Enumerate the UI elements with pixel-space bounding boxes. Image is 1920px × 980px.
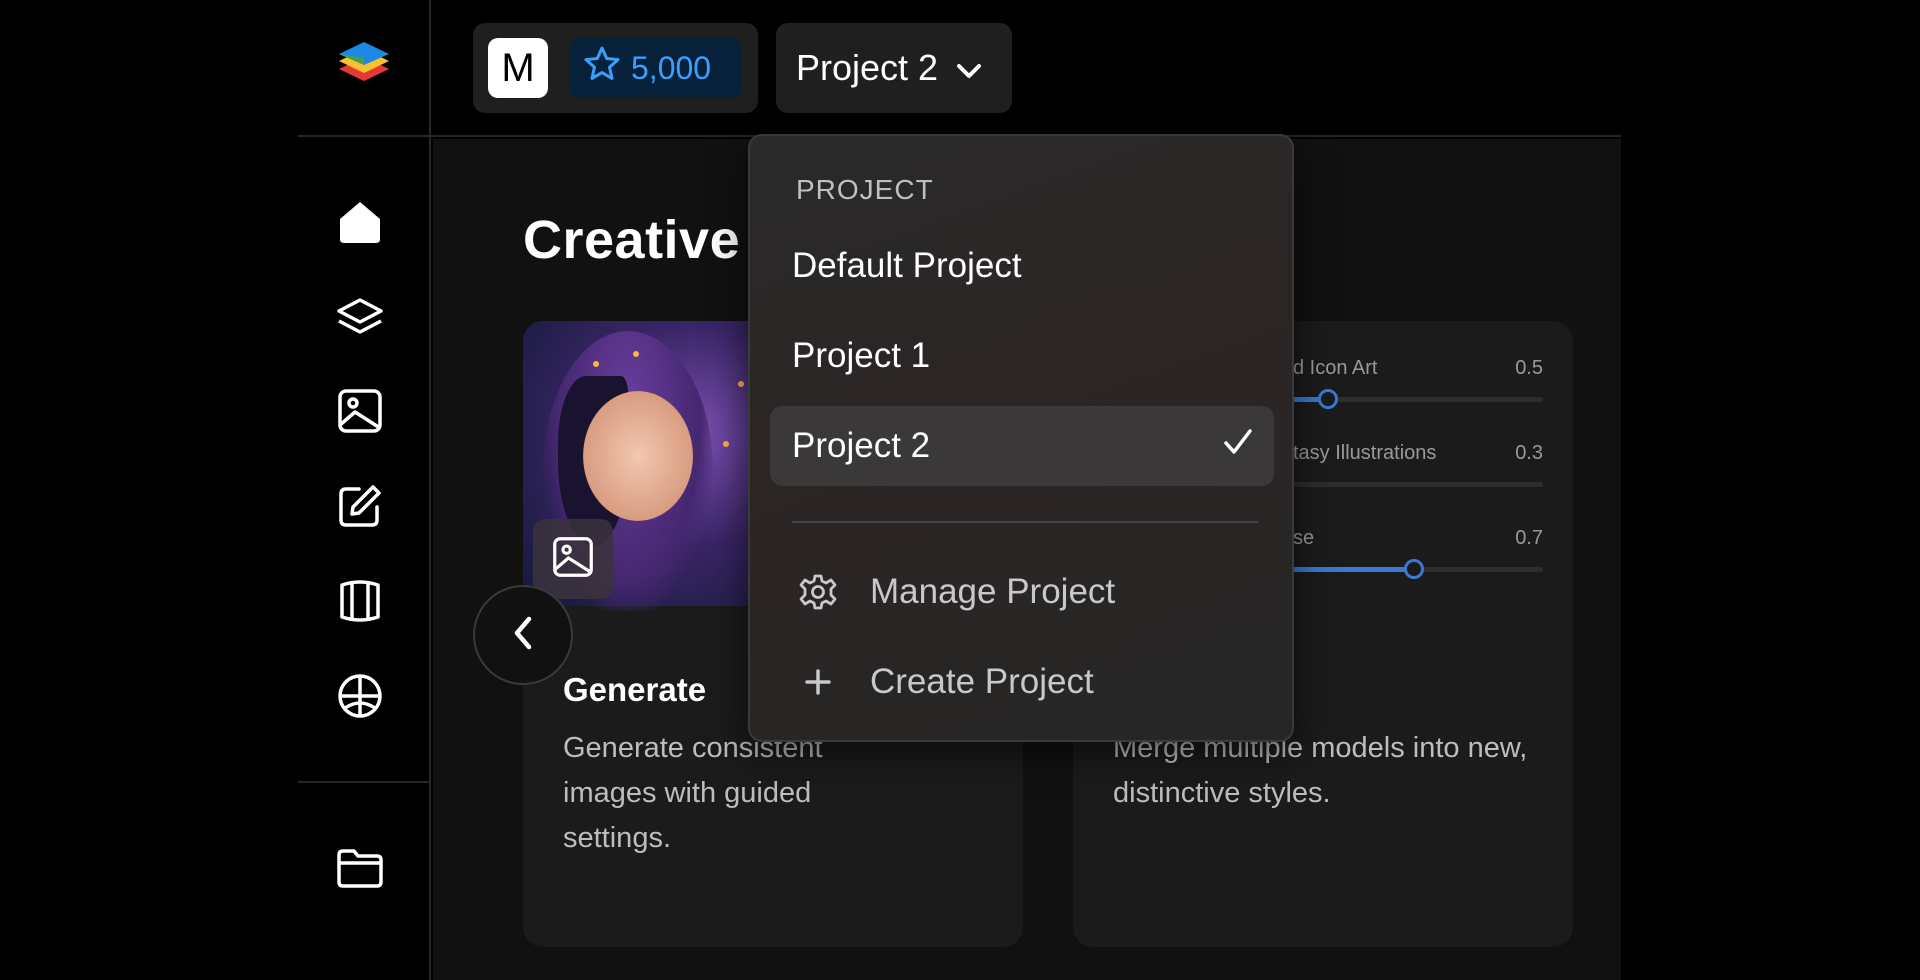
slider-thumb (1318, 389, 1338, 409)
image-icon (337, 388, 383, 438)
sidebar-item-3d[interactable] (332, 575, 388, 631)
globe-icon (336, 672, 384, 724)
slider-label: d Icon Art (1293, 357, 1378, 379)
slider-value: 0.3 (1515, 442, 1543, 464)
project-dropdown-menu: PROJECT Default Project Project 1 Projec… (748, 134, 1294, 742)
account-pill: M 5,000 (473, 23, 758, 113)
project-option-default[interactable]: Default Project (770, 226, 1274, 306)
manage-project-button[interactable]: Manage Project (796, 562, 1115, 622)
create-project-button[interactable]: Create Project (796, 652, 1094, 712)
sidebar-item-explore[interactable] (332, 670, 388, 726)
dropdown-header: PROJECT (796, 174, 934, 205)
slider-value: 0.5 (1515, 357, 1543, 379)
slider-label: tasy Illustrations (1293, 442, 1437, 464)
image-type-badge (533, 519, 613, 599)
top-bar: M 5,000 Project 2 (431, 0, 1621, 137)
card-description: Generate consistent images with guided s… (563, 732, 823, 854)
chevron-left-icon (512, 615, 534, 655)
card-title: Generate (563, 671, 707, 708)
chevron-down-icon (956, 47, 982, 89)
project-option-2[interactable]: Project 2 (770, 406, 1274, 486)
sidebar-item-files[interactable] (332, 842, 388, 898)
sidebar-item-edit[interactable] (332, 480, 388, 536)
slider-thumb (1404, 559, 1424, 579)
sidebar-divider (298, 781, 431, 783)
3d-box-icon (336, 577, 384, 629)
credits-count: 5,000 (631, 49, 712, 86)
page-title: Creative (523, 210, 741, 270)
slider-value: 0.7 (1515, 527, 1543, 549)
star-icon (583, 45, 621, 91)
image-icon (552, 536, 594, 582)
avatar[interactable]: M (488, 38, 548, 98)
project-selector-label: Project 2 (796, 47, 939, 88)
edit-icon (337, 483, 383, 533)
manage-project-label: Manage Project (870, 572, 1116, 611)
project-option-1[interactable]: Project 1 (770, 316, 1274, 396)
home-icon (337, 199, 383, 249)
credits-badge[interactable]: 5,000 (569, 38, 742, 98)
sidebar-item-images[interactable] (332, 385, 388, 441)
sidebar-item-home[interactable] (332, 196, 388, 252)
sidebar-item-models[interactable] (332, 291, 388, 347)
gear-icon (796, 573, 840, 611)
checkmark-icon (1222, 426, 1254, 467)
project-selector-button[interactable]: Project 2 (776, 23, 1012, 113)
carousel-prev-button[interactable] (473, 585, 573, 685)
project-option-label: Default Project (792, 246, 1022, 285)
app-logo[interactable] (335, 37, 393, 99)
project-option-label: Project 1 (792, 336, 931, 375)
project-option-label: Project 2 (792, 426, 931, 465)
create-project-label: Create Project (870, 662, 1094, 701)
dropdown-divider (792, 521, 1258, 523)
folder-icon (336, 847, 384, 893)
logo-area (298, 0, 429, 137)
sidebar (298, 0, 431, 980)
slider-label: se (1293, 527, 1315, 549)
layers-icon (336, 297, 384, 341)
plus-icon (796, 667, 840, 697)
